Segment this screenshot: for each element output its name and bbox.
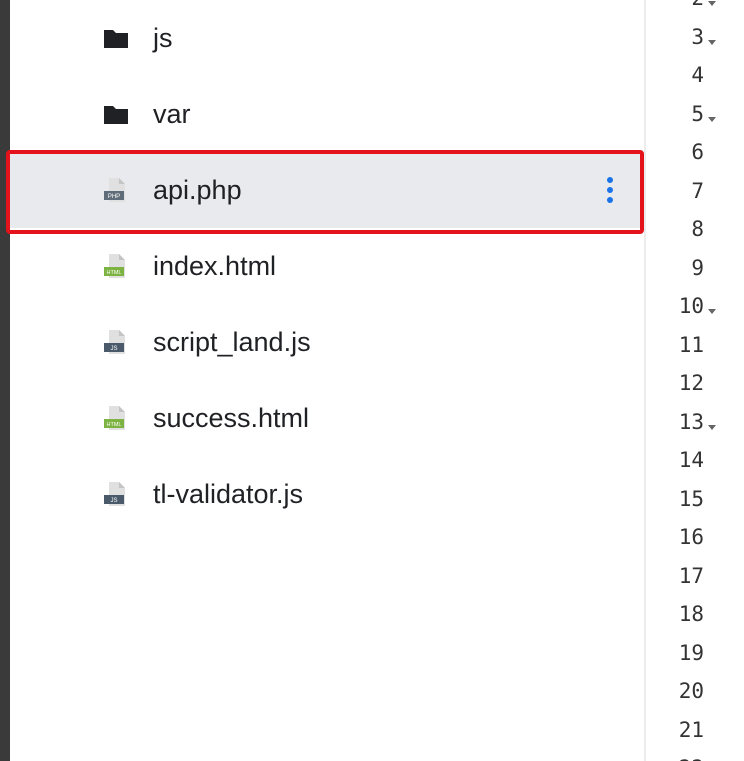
js-badge-text: JS — [110, 498, 117, 504]
line-number: 15 — [678, 486, 704, 511]
line-number: 11 — [678, 332, 704, 357]
tree-item-label: var — [153, 99, 191, 129]
tree-item-success-html[interactable]: HTML success.html — [10, 380, 644, 456]
line-number: 21 — [678, 717, 704, 742]
js-badge-text: JS — [110, 346, 117, 352]
line-number: 8 — [691, 217, 704, 241]
html-badge-text: HTML — [107, 270, 122, 276]
tree-item-js-folder[interactable]: js — [10, 0, 644, 76]
tree-item-script-land-js[interactable]: JS script_land.js — [10, 304, 644, 380]
line-number: 14 — [678, 448, 704, 472]
tree-item-label: index.html — [153, 251, 277, 281]
line-number: 13 — [678, 409, 704, 434]
line-number: 9 — [691, 255, 704, 280]
line-number: 16 — [678, 525, 704, 549]
line-number: 4 — [691, 63, 704, 87]
html-file-icon: HTML — [104, 406, 125, 430]
tree-item-label: js — [153, 23, 173, 53]
line-number: 6 — [691, 140, 704, 164]
line-number: 18 — [678, 602, 704, 626]
selection-highlight-box — [6, 150, 644, 234]
fold-arrow-icon[interactable] — [708, 424, 716, 430]
file-tree: js var PHP api.php HTML index.html JS sc… — [10, 0, 644, 761]
folder-icon — [104, 30, 128, 48]
tree-item-label: script_land.js — [153, 327, 311, 357]
line-number: 19 — [678, 640, 704, 665]
js-file-icon: JS — [104, 482, 125, 506]
html-file-icon: HTML — [104, 254, 125, 278]
fold-arrow-icon[interactable] — [708, 1, 716, 6]
line-number: 10 — [678, 294, 704, 318]
tree-item-index-html[interactable]: HTML index.html — [10, 228, 644, 304]
line-number: 2 — [656, 0, 704, 10]
fold-arrow-icon[interactable] — [708, 309, 716, 314]
tree-item-label: tl-validator.js — [153, 479, 304, 509]
line-number: 5 — [691, 101, 704, 126]
fold-arrow-icon[interactable] — [708, 116, 716, 122]
line-number: 3 — [691, 24, 704, 49]
line-number: 17 — [678, 563, 704, 588]
folder-icon — [104, 106, 128, 124]
tree-item-label: success.html — [153, 403, 310, 433]
left-edge-bar — [0, 0, 10, 761]
html-badge-text: HTML — [107, 422, 122, 428]
line-number-gutter: 2 3 4 5 6 7 8 9 10 11 12 13 14 15 16 17 18 19 20 21 22 — [646, 0, 744, 761]
line-number: 22 — [656, 756, 704, 761]
fold-arrow-icon[interactable] — [708, 39, 716, 45]
tree-item-var-folder[interactable]: var — [10, 76, 644, 152]
line-number: 12 — [678, 371, 704, 395]
js-file-icon: JS — [104, 330, 125, 354]
line-number: 20 — [678, 679, 704, 703]
line-number: 7 — [691, 178, 704, 203]
tree-item-tl-validator-js[interactable]: JS tl-validator.js — [10, 456, 644, 532]
